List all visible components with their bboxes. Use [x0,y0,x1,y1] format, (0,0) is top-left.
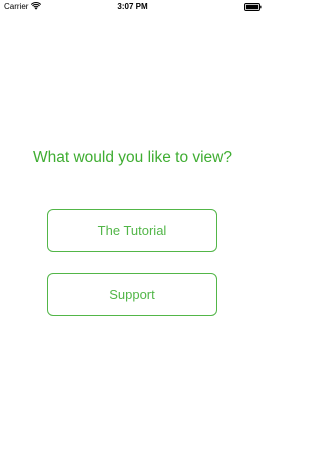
support-button[interactable]: Support [47,273,217,316]
battery-full-icon [244,3,262,11]
tutorial-button[interactable]: The Tutorial [47,209,217,252]
question-heading: What would you like to view? [32,149,232,166]
status-bar: Carrier 3:07 PM [0,0,265,14]
status-time: 3:07 PM [117,2,148,11]
